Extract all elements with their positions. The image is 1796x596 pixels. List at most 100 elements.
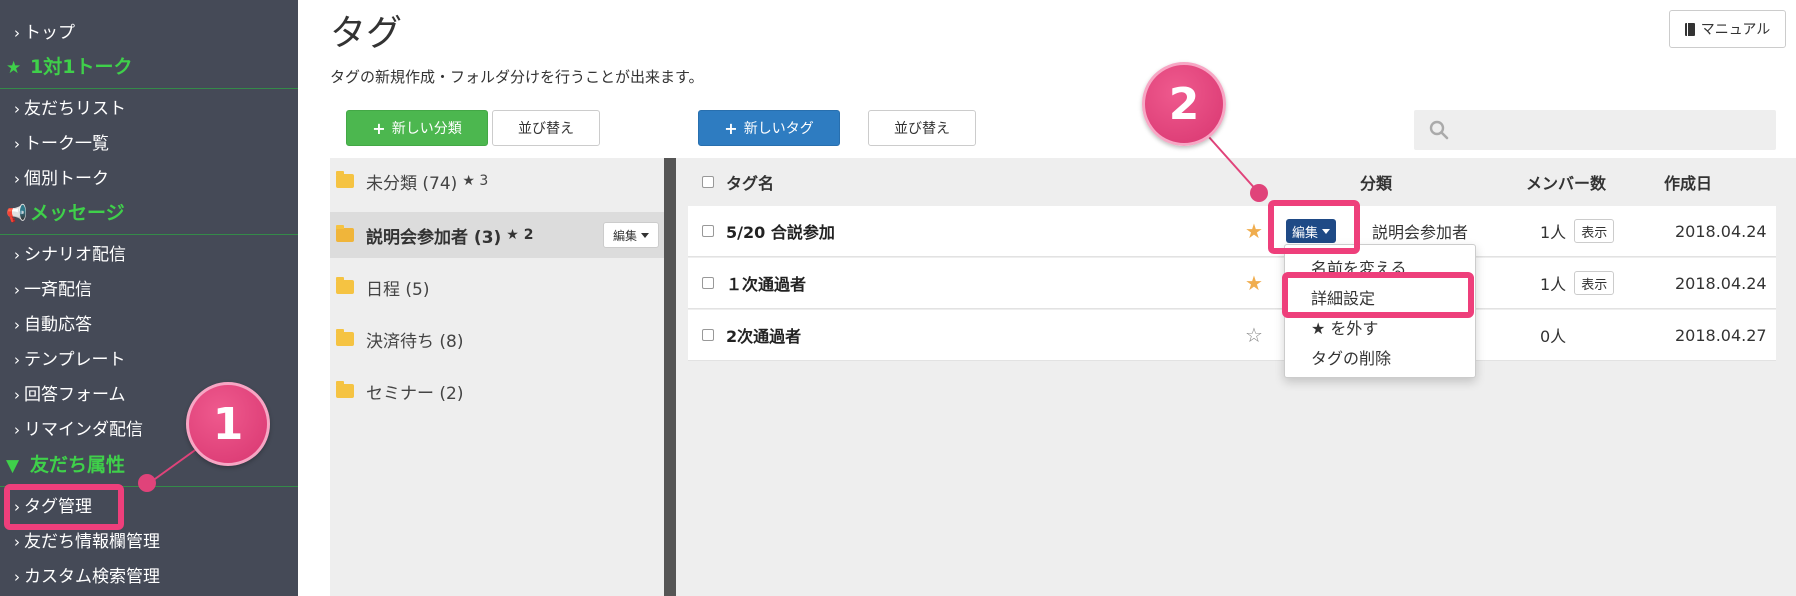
folder-item-active[interactable]: 説明会参加者 (3) ★ 2 編集 <box>330 212 664 258</box>
search-input[interactable] <box>1414 110 1776 150</box>
star-filled-icon[interactable]: ★ <box>1245 219 1263 243</box>
section-label: メッセージ <box>30 202 125 224</box>
section-label: 友だち属性 <box>30 454 126 476</box>
tag-name[interactable]: 5/20 合説参加 <box>726 206 835 256</box>
panel-scrollbar[interactable] <box>664 158 676 596</box>
folder-star-count: ★ 3 <box>462 173 489 189</box>
sidebar-item-label: 回答フォーム <box>24 385 126 405</box>
new-category-button[interactable]: + 新しい分類 <box>346 110 488 146</box>
sidebar-item-label: 友だち情報欄管理 <box>24 532 160 552</box>
select-all-checkbox[interactable] <box>702 176 714 188</box>
filter-icon: ▼ <box>6 456 20 476</box>
sidebar-item-label: シナリオ配信 <box>24 245 126 265</box>
table-row[interactable]: １次通過者 ★ 1人 表示 2018.04.24 <box>688 258 1776 309</box>
caret-down-icon <box>641 232 649 238</box>
sort-category-button[interactable]: 並び替え <box>492 110 600 146</box>
sidebar-item-individual-talk[interactable]: › 個別トーク <box>14 164 109 189</box>
table-row[interactable]: 5/20 合説参加 ★ 編集 説明会参加者 1人 表示 2018.04.24 <box>688 206 1776 257</box>
row-checkbox[interactable] <box>702 225 714 237</box>
chevron-right-icon: › <box>14 281 20 299</box>
folder-name: 未分類 (74) <box>366 173 458 194</box>
folder-item[interactable]: 未分類 (74) ★ 3 <box>330 158 664 204</box>
folder-item[interactable]: 日程 (5) <box>330 264 664 310</box>
section-label: 1対1トーク <box>30 56 133 78</box>
highlight-tag-management <box>4 484 124 530</box>
folder-icon <box>336 277 354 294</box>
new-category-label: 新しい分類 <box>391 121 462 137</box>
sidebar-item-label: 個別トーク <box>24 169 109 189</box>
folder-name: 説明会参加者 (3) <box>366 227 502 248</box>
sidebar-item-label: トップ <box>24 23 75 43</box>
sidebar-item-label: リマインダ配信 <box>24 420 143 440</box>
chevron-right-icon: › <box>14 386 20 404</box>
plus-icon: + <box>372 118 386 138</box>
folder-edit-label: 編集 <box>612 228 637 243</box>
sidebar-item-talk-list[interactable]: › トーク一覧 <box>14 129 109 154</box>
folder-edit-dropdown[interactable]: 編集 <box>603 222 659 248</box>
menu-item-delete-tag[interactable]: タグの削除 <box>1311 345 1391 369</box>
sidebar-item-custom-search[interactable]: › カスタム検索管理 <box>14 562 160 587</box>
column-header-name[interactable]: タグ名 <box>726 158 774 206</box>
sort-tag-label: 並び替え <box>894 121 950 137</box>
plus-icon: + <box>724 118 738 138</box>
tag-name[interactable]: 2次通過者 <box>726 310 801 360</box>
member-count: 0人 <box>1540 327 1567 346</box>
created-date: 2018.04.27 <box>1675 325 1767 345</box>
step-badge-1: 1 <box>186 382 270 466</box>
sidebar-item-label: 自動応答 <box>24 315 92 335</box>
star-icon: ★ <box>6 58 22 78</box>
column-header-members[interactable]: メンバー数 <box>1526 158 1606 206</box>
sidebar-item-friend-info-fields[interactable]: › 友だち情報欄管理 <box>14 527 160 552</box>
sidebar-item-answer-form[interactable]: › 回答フォーム <box>14 380 126 405</box>
show-members-button[interactable]: 表示 <box>1574 271 1615 295</box>
column-header-category[interactable]: 分類 <box>1360 158 1392 206</box>
tag-name[interactable]: １次通過者 <box>726 258 806 308</box>
chevron-right-icon: › <box>14 421 20 439</box>
manual-button-label: マニュアル <box>1700 22 1771 38</box>
sidebar-item-top[interactable]: › トップ <box>14 18 75 43</box>
page-title: タグ <box>330 13 403 54</box>
chevron-right-icon: › <box>14 135 20 153</box>
show-members-button[interactable]: 表示 <box>1574 219 1615 243</box>
folder-item[interactable]: 決済待ち (8) <box>330 316 664 362</box>
highlight-detail-settings <box>1282 272 1474 318</box>
sidebar-item-reminder[interactable]: › リマインダ配信 <box>14 415 143 440</box>
chevron-right-icon: › <box>14 533 20 551</box>
row-checkbox[interactable] <box>702 329 714 341</box>
section-message: 📢 メッセージ <box>6 198 125 225</box>
sidebar-item-auto-reply[interactable]: › 自動応答 <box>14 310 92 335</box>
folder-name: セミナー (2) <box>366 383 464 404</box>
folder-item[interactable]: セミナー (2) <box>330 368 664 414</box>
manual-button[interactable]: マニュアル <box>1669 10 1786 48</box>
folder-open-icon <box>336 225 354 242</box>
folder-icon <box>336 381 354 398</box>
sidebar-item-broadcast[interactable]: › 一斉配信 <box>14 275 92 300</box>
book-icon <box>1684 22 1695 36</box>
star-outline-icon[interactable]: ☆ <box>1245 323 1263 347</box>
star-filled-icon[interactable]: ★ <box>1245 271 1263 295</box>
chevron-right-icon: › <box>14 316 20 334</box>
sidebar-item-template[interactable]: › テンプレート <box>14 345 126 370</box>
chevron-right-icon: › <box>14 246 20 264</box>
divider <box>0 88 298 89</box>
menu-item-unstar[interactable]: ★ を外す <box>1311 315 1378 339</box>
sort-tag-button[interactable]: 並び替え <box>868 110 976 146</box>
section-friend-attributes: ▼ 友だち属性 <box>6 450 125 477</box>
folder-icon <box>336 329 354 346</box>
member-count: 1人 <box>1540 275 1567 294</box>
row-checkbox[interactable] <box>702 277 714 289</box>
column-header-created[interactable]: 作成日 <box>1664 158 1712 206</box>
new-tag-button[interactable]: + 新しいタグ <box>698 110 840 146</box>
annotation-dot <box>1250 184 1268 202</box>
section-one-to-one-talk: ★ 1対1トーク <box>6 52 132 79</box>
sidebar-item-label: テンプレート <box>24 350 126 370</box>
folder-panel: 未分類 (74) ★ 3 説明会参加者 (3) ★ 2 編集 日程 (5) 決済… <box>330 158 664 596</box>
table-row[interactable]: 2次通過者 ☆ 0人 2018.04.27 <box>688 310 1776 361</box>
created-date: 2018.04.24 <box>1675 273 1767 293</box>
megaphone-icon: 📢 <box>6 204 28 224</box>
sidebar-item-friends-list[interactable]: › 友だちリスト <box>14 94 126 119</box>
new-tag-label: 新しいタグ <box>743 121 814 137</box>
member-count: 1人 <box>1540 223 1567 242</box>
sort-category-label: 並び替え <box>518 121 574 137</box>
sidebar-item-scenario[interactable]: › シナリオ配信 <box>14 240 126 265</box>
